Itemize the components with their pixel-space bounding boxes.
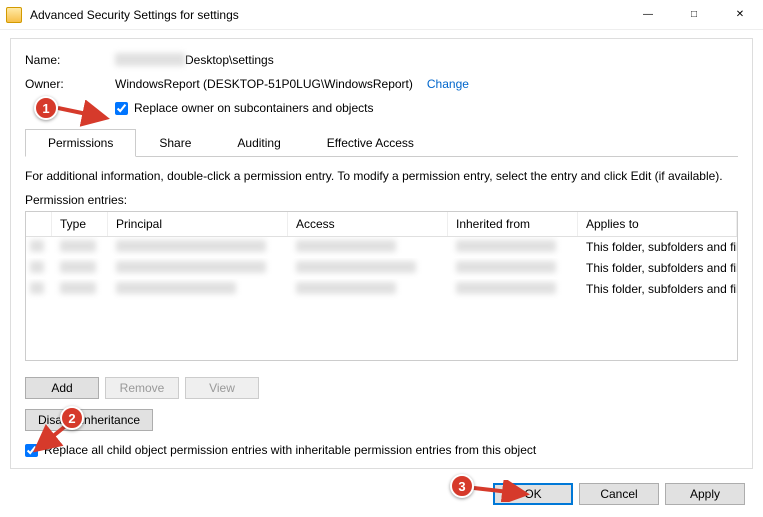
titlebar: Advanced Security Settings for settings … [0,0,763,30]
annotation-arrow-3 [472,480,534,502]
redacted-text [116,261,266,273]
table-row[interactable]: This folder, subfolders and files [26,258,737,279]
redacted-text [116,240,266,252]
redacted-text [296,261,416,273]
inheritance-buttons: Disable inheritance [25,409,738,431]
replace-owner-row: Replace owner on subcontainers and objec… [115,101,738,115]
tab-auditing[interactable]: Auditing [214,129,303,156]
redacted-text [456,282,556,294]
maximize-button[interactable]: □ [671,0,717,30]
view-button[interactable]: View [185,377,259,399]
entry-buttons: Add Remove View [25,377,738,399]
redacted-icon [30,261,44,273]
name-value: xxxxxxDesktop\settings [115,53,274,67]
cell-applies: This folder, subfolders and files [578,258,737,279]
add-button[interactable]: Add [25,377,99,399]
redacted-text: xxxxxx [115,53,185,66]
annotation-badge-2: 2 [60,406,84,430]
redacted-text [116,282,236,294]
replace-children-row: Replace all child object permission entr… [25,443,738,457]
annotation-arrow-1 [56,100,116,128]
tabs: Permissions Share Auditing Effective Acc… [25,129,738,157]
annotation-badge-3: 3 [450,474,474,498]
table-row[interactable]: This folder, subfolders and files [26,237,737,258]
change-owner-link[interactable]: Change [427,77,469,91]
apply-button[interactable]: Apply [665,483,745,505]
table-row[interactable]: This folder, subfolders and files [26,279,737,300]
main-panel: Name: xxxxxxDesktop\settings Owner: Wind… [10,38,753,469]
minimize-button[interactable]: — [625,0,671,30]
redacted-icon [30,240,44,252]
redacted-icon [30,282,44,294]
name-label: Name: [25,53,115,67]
window-title: Advanced Security Settings for settings [30,8,625,22]
window-controls: — □ ✕ [625,0,763,30]
cell-applies: This folder, subfolders and files [578,279,737,300]
permission-entries-label: Permission entries: [25,193,738,207]
redacted-text [60,282,96,294]
folder-icon [6,7,22,23]
permissions-info: For additional information, double-click… [25,169,738,183]
redacted-text [296,240,396,252]
col-type[interactable]: Type [52,212,108,236]
col-applies[interactable]: Applies to [578,212,737,236]
tab-effective-access[interactable]: Effective Access [304,129,437,156]
owner-value: WindowsReport (DESKTOP-51P0LUG\WindowsRe… [115,77,413,91]
redacted-text [456,240,556,252]
tab-content: For additional information, double-click… [25,157,738,457]
remove-button[interactable]: Remove [105,377,179,399]
redacted-text [60,240,96,252]
close-button[interactable]: ✕ [717,0,763,30]
cell-applies: This folder, subfolders and files [578,237,737,258]
redacted-text [296,282,396,294]
redacted-text [60,261,96,273]
col-inherited[interactable]: Inherited from [448,212,578,236]
redacted-text [456,261,556,273]
tab-share[interactable]: Share [136,129,214,156]
replace-owner-checkbox[interactable] [115,102,128,115]
col-access[interactable]: Access [288,212,448,236]
permission-table-header: Type Principal Access Inherited from App… [26,212,737,237]
owner-row: Owner: WindowsReport (DESKTOP-51P0LUG\Wi… [25,77,738,91]
cancel-button[interactable]: Cancel [579,483,659,505]
tab-permissions[interactable]: Permissions [25,129,136,157]
replace-owner-label: Replace owner on subcontainers and objec… [134,101,373,115]
owner-label: Owner: [25,77,115,91]
permission-table[interactable]: Type Principal Access Inherited from App… [25,211,738,361]
replace-children-label: Replace all child object permission entr… [44,443,536,457]
annotation-badge-1: 1 [34,96,58,120]
col-principal[interactable]: Principal [108,212,288,236]
name-row: Name: xxxxxxDesktop\settings [25,53,738,67]
